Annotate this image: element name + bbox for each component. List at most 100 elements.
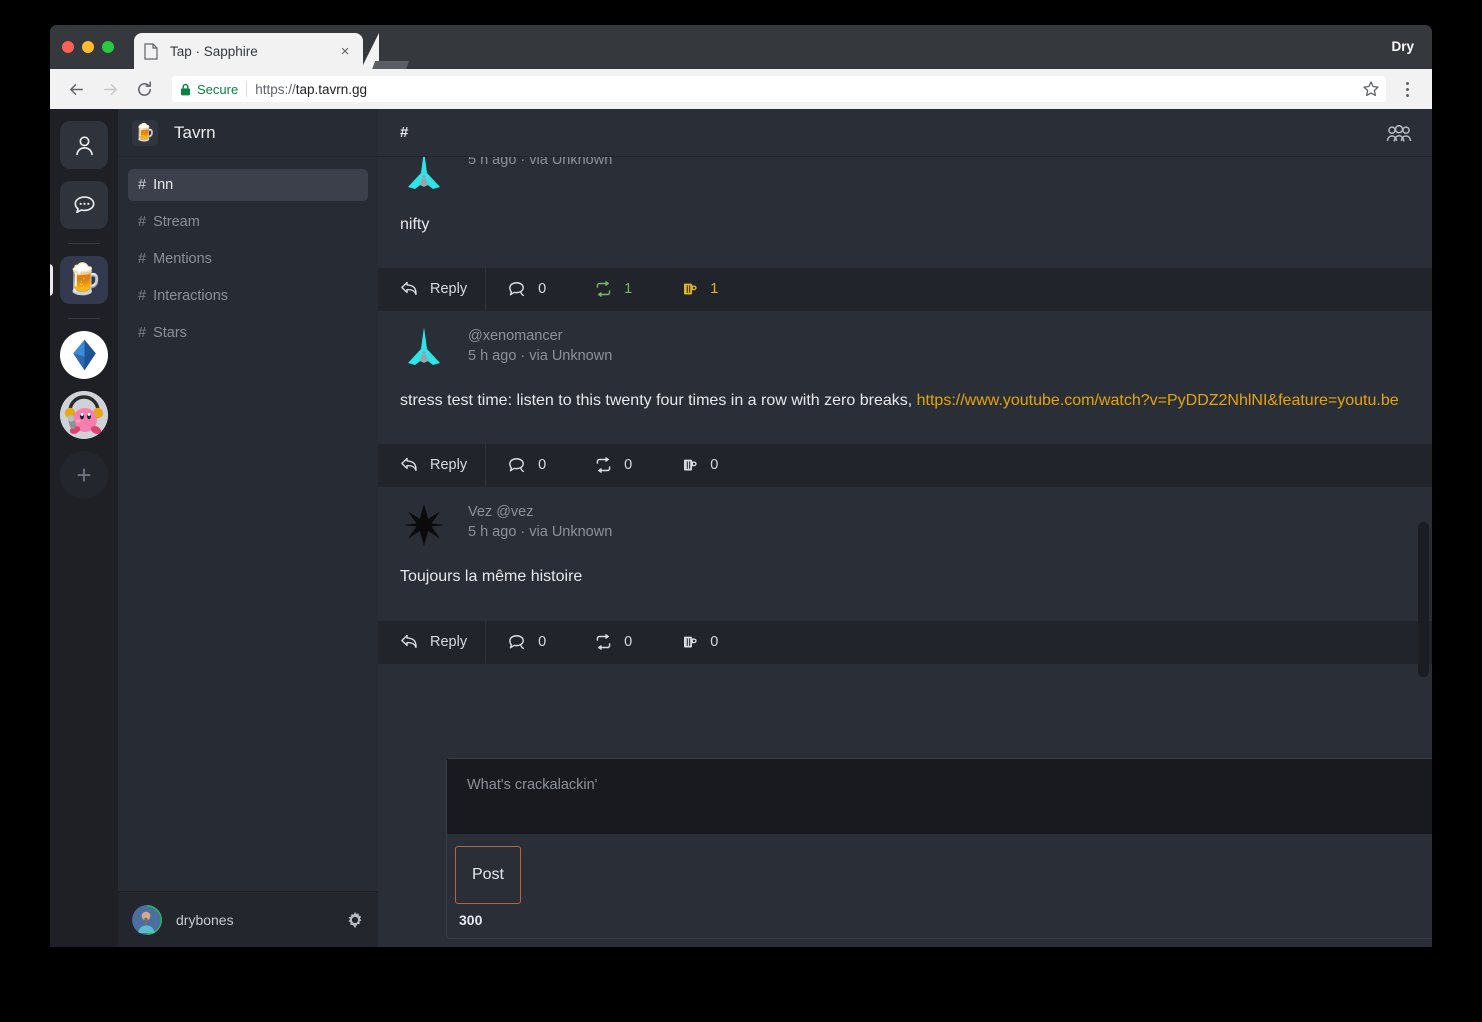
maximize-window-button[interactable] bbox=[102, 41, 114, 53]
composer-controls: Post 300 bbox=[447, 834, 1432, 938]
omnibox-divider bbox=[246, 81, 248, 97]
server-name: Tavrn bbox=[174, 122, 216, 142]
current-user-name: drybones bbox=[176, 911, 234, 928]
close-icon[interactable]: × bbox=[337, 43, 353, 59]
reply-label: Reply bbox=[430, 281, 468, 298]
post-header: 5 h ago · via Unknown bbox=[378, 157, 1432, 197]
reply-label: Reply bbox=[430, 633, 468, 650]
post-author[interactable]: Vez @vez bbox=[468, 502, 612, 522]
sidebar-item-interactions[interactable]: # Interactions bbox=[128, 280, 368, 312]
reply-label: Reply bbox=[430, 457, 468, 474]
back-arrow-icon[interactable] bbox=[62, 75, 90, 103]
server-header[interactable]: 🍺 Tavrn bbox=[118, 109, 378, 157]
browser-toolbar: Secure https://tap.tavrn.gg bbox=[50, 69, 1432, 109]
post-action-bar: Reply 0 bbox=[378, 268, 1432, 311]
rail-item-kirby[interactable] bbox=[60, 391, 108, 439]
window-traffic-lights bbox=[62, 41, 114, 53]
sidebar-item-stream[interactable]: # Stream bbox=[128, 206, 368, 238]
star-icon[interactable] bbox=[1362, 80, 1380, 98]
reply-button[interactable]: Reply bbox=[400, 620, 487, 663]
beer-count[interactable]: 0 bbox=[680, 621, 718, 663]
comment-count[interactable]: 0 bbox=[508, 444, 546, 486]
sidebar-item-mentions[interactable]: # Mentions bbox=[128, 243, 368, 275]
rail-item-sapphire[interactable] bbox=[60, 331, 108, 379]
avatar[interactable] bbox=[132, 904, 162, 935]
post-timestamp: 5 h ago · via Unknown bbox=[468, 348, 613, 365]
comment-bubble-icon bbox=[508, 632, 527, 651]
address-bar-url: https://tap.tavrn.gg bbox=[255, 82, 367, 97]
page-title: # bbox=[400, 124, 409, 141]
avatar[interactable] bbox=[400, 325, 448, 373]
comment-count[interactable]: 0 bbox=[508, 268, 546, 310]
browser-tab[interactable]: Tap · Sapphire × bbox=[134, 33, 379, 69]
current-user-panel: drybones bbox=[118, 891, 378, 947]
rail-divider bbox=[68, 243, 100, 244]
reply-button[interactable]: Reply bbox=[400, 444, 487, 487]
post-meta: 5 h ago · via Unknown bbox=[468, 157, 612, 197]
lock-icon bbox=[180, 83, 191, 96]
channel-label: Stream bbox=[153, 214, 200, 230]
beer-count-value: 0 bbox=[710, 633, 719, 650]
page-icon bbox=[144, 42, 158, 60]
app-viewport: 🍺 + 🍺 Tavrn # Inn # Stream # Mentions # … bbox=[50, 109, 1432, 947]
beer-mug-icon: 🍺 bbox=[65, 263, 103, 296]
post-action-bar: Reply 0 bbox=[378, 620, 1432, 663]
comment-count-value: 0 bbox=[538, 633, 547, 650]
post-body: stress test time: listen to this twenty … bbox=[378, 373, 1432, 444]
post-text: stress test time: listen to this twenty … bbox=[400, 392, 917, 410]
members-group-icon[interactable] bbox=[1386, 123, 1412, 143]
avatar[interactable] bbox=[400, 501, 448, 549]
repost-icon bbox=[594, 632, 613, 651]
reply-arrow-icon bbox=[400, 280, 419, 299]
avatar[interactable] bbox=[400, 157, 448, 197]
secure-label: Secure bbox=[197, 81, 239, 97]
rail-item-messages[interactable] bbox=[60, 181, 108, 229]
rail-item-add-server[interactable]: + bbox=[60, 451, 108, 499]
repost-count[interactable]: 1 bbox=[594, 268, 632, 310]
reply-arrow-icon bbox=[400, 632, 419, 651]
browser-tab-title: Tap · Sapphire bbox=[170, 43, 258, 59]
repost-count-value: 0 bbox=[624, 457, 633, 474]
channel-header: # bbox=[378, 109, 1432, 157]
sidebar-item-stars[interactable]: # Stars bbox=[128, 317, 368, 349]
close-window-button[interactable] bbox=[62, 41, 74, 53]
gear-icon[interactable] bbox=[346, 911, 364, 929]
comment-count[interactable]: 0 bbox=[508, 621, 546, 663]
repost-icon bbox=[594, 280, 613, 299]
post-item: 5 h ago · via Unknown nifty Reply 0 1 1 bbox=[378, 157, 1432, 312]
post-item: @xenomancer 5 h ago · via Unknown stress… bbox=[378, 311, 1432, 488]
reload-icon[interactable] bbox=[130, 75, 158, 103]
rail-item-profile[interactable] bbox=[60, 121, 108, 169]
post-action-bar: Reply 0 bbox=[378, 444, 1432, 487]
post-author[interactable]: @xenomancer bbox=[468, 326, 612, 346]
beer-mug-icon bbox=[680, 632, 699, 651]
repost-count-value: 1 bbox=[624, 281, 633, 298]
repost-icon bbox=[594, 456, 613, 475]
url-scheme: https:// bbox=[255, 81, 296, 97]
repost-count[interactable]: 0 bbox=[594, 621, 632, 663]
feed-scrollbar[interactable] bbox=[1418, 522, 1429, 677]
chat-bubble-icon bbox=[72, 193, 97, 218]
forward-arrow-icon bbox=[96, 75, 124, 103]
post-button[interactable]: Post bbox=[455, 846, 521, 904]
repost-count[interactable]: 0 bbox=[594, 444, 632, 486]
server-rail: 🍺 + bbox=[50, 109, 118, 947]
post-link[interactable]: https://www.youtube.com/watch?v=PyDDZ2Nh… bbox=[917, 392, 1399, 409]
rail-item-tavrn[interactable]: 🍺 bbox=[50, 256, 108, 304]
channel-label: Stars bbox=[153, 325, 187, 341]
comment-bubble-icon bbox=[508, 280, 527, 299]
hash-icon: # bbox=[138, 325, 147, 341]
address-bar[interactable]: Secure https://tap.tavrn.gg bbox=[172, 76, 1386, 102]
sidebar-item-inn[interactable]: # Inn bbox=[128, 169, 368, 201]
character-counter: 300 bbox=[459, 912, 483, 928]
beer-count[interactable]: 0 bbox=[680, 444, 718, 486]
kebab-menu-icon[interactable] bbox=[1394, 75, 1420, 103]
post-body: Toujours la même histoire bbox=[400, 568, 583, 586]
minimize-window-button[interactable] bbox=[82, 41, 94, 53]
channel-list: # Inn # Stream # Mentions # Interactions… bbox=[118, 157, 378, 891]
channel-label: Mentions bbox=[153, 251, 212, 267]
beer-count[interactable]: 1 bbox=[680, 268, 718, 310]
reply-button[interactable]: Reply bbox=[400, 268, 487, 311]
post-composer: What's crackalackin' Post 300 bbox=[446, 758, 1432, 939]
composer-input[interactable]: What's crackalackin' bbox=[447, 759, 1432, 834]
